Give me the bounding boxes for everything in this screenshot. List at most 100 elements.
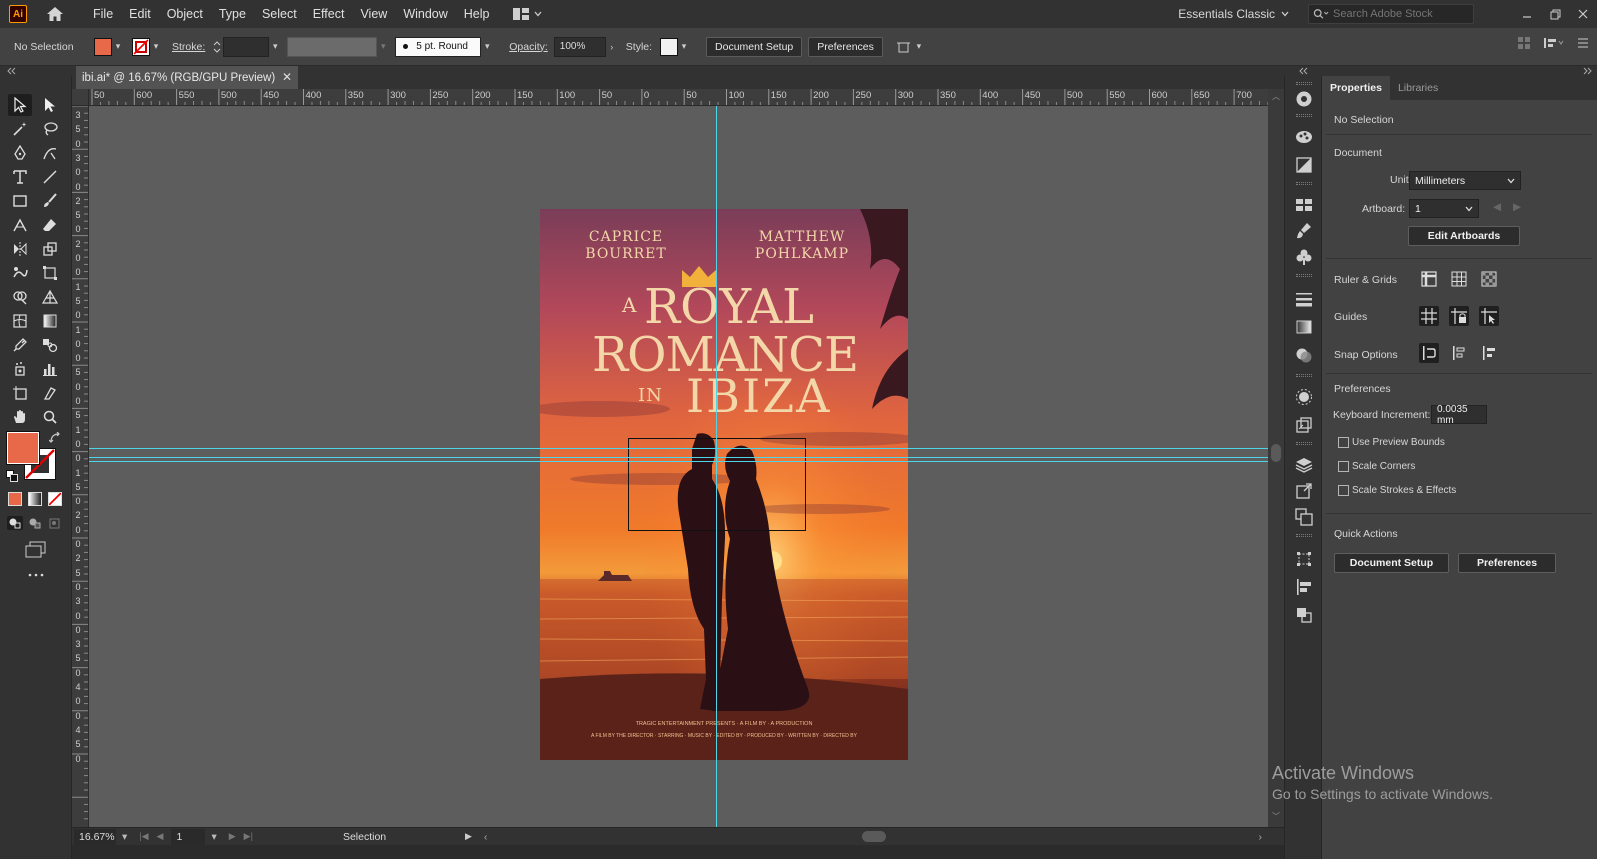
stroke-weight-field[interactable] (223, 36, 270, 57)
stroke-panel-button[interactable] (1295, 290, 1313, 308)
transparency-panel-button[interactable] (1295, 346, 1313, 364)
panel-grip[interactable] (1296, 442, 1312, 445)
swatches-button[interactable] (1295, 196, 1313, 214)
zoom-tool[interactable] (38, 406, 62, 428)
artboard-dropdown[interactable]: ▾ (211, 831, 216, 843)
menu-help[interactable]: Help (456, 0, 498, 28)
eraser-tool[interactable] (38, 214, 62, 236)
panel-grip[interactable] (1296, 274, 1312, 277)
first-artboard-icon[interactable]: |◀ (139, 831, 148, 842)
free-transform-tool[interactable] (38, 262, 62, 284)
variable-width-profile[interactable] (287, 36, 378, 57)
magic-wand-tool[interactable] (8, 118, 32, 140)
reflect-tool[interactable] (8, 238, 32, 260)
selection-bounding-box[interactable] (628, 438, 806, 531)
gradient-tool[interactable] (38, 310, 62, 332)
pen-tool[interactable] (8, 142, 32, 164)
quick-preferences-button[interactable]: Preferences (1458, 553, 1556, 573)
symbols-button[interactable] (1295, 248, 1313, 266)
profile-dropdown[interactable]: ▾ (377, 38, 389, 56)
ruler-origin[interactable] (72, 89, 89, 106)
adobe-stock-search[interactable] (1308, 4, 1474, 24)
close-document-icon[interactable]: ✕ (282, 70, 292, 84)
horizontal-guide[interactable] (89, 448, 1268, 449)
menu-file[interactable]: File (85, 0, 121, 28)
style-dropdown[interactable]: ▾ (678, 38, 690, 56)
opacity-arrow[interactable]: › (606, 38, 618, 56)
menu-type[interactable]: Type (211, 0, 254, 28)
paintbrush-tool[interactable] (38, 190, 62, 212)
scale-tool[interactable] (38, 238, 62, 260)
transform-panel-button[interactable] (1295, 550, 1313, 568)
panel-grip[interactable] (1296, 182, 1312, 185)
brush-dropdown[interactable]: ▾ (481, 38, 493, 56)
transform-dropdown[interactable]: ▾ (913, 38, 925, 56)
stroke-dropdown[interactable]: ▾ (150, 38, 162, 56)
perspective-grid-tool[interactable] (38, 286, 62, 308)
menu-window[interactable]: Window (395, 0, 455, 28)
document-setup-button[interactable]: Document Setup (706, 36, 803, 57)
eyedropper-tool[interactable] (8, 334, 32, 356)
arrange-documents-button[interactable] (512, 7, 542, 21)
scroll-left-icon[interactable]: ‹ (484, 831, 488, 843)
opacity-field[interactable]: 100% (553, 36, 606, 57)
use-preview-bounds-checkbox[interactable] (1338, 437, 1349, 448)
none-mode-button[interactable] (48, 492, 62, 506)
opacity-label[interactable]: Opacity: (509, 41, 548, 53)
horizontal-guide[interactable] (89, 457, 1268, 458)
artboards-panel-button[interactable] (1295, 508, 1313, 526)
brush-definition[interactable]: 5 pt. Round (395, 36, 482, 57)
swap-fill-stroke-button[interactable] (48, 431, 63, 444)
transform-options-button[interactable] (895, 38, 913, 56)
scroll-down-icon[interactable]: ﹀ (1272, 811, 1280, 822)
horizontal-ruler[interactable]: 50 600 550 500 450 400 350 300 250 200 150 100 50 0 50… (89, 89, 1268, 106)
blend-tool[interactable] (38, 334, 62, 356)
toolbar-collapse-bar[interactable] (0, 66, 72, 76)
fill-dropdown[interactable]: ▾ (112, 38, 124, 56)
vertical-ruler[interactable]: 3503002502001501005005100150200250300350… (72, 106, 89, 827)
snap-to-glyph-button[interactable] (1479, 343, 1499, 363)
menu-view[interactable]: View (352, 0, 395, 28)
draw-normal-button[interactable] (7, 516, 23, 530)
curvature-tool[interactable] (38, 142, 62, 164)
export-panel-button[interactable] (1295, 482, 1313, 500)
show-grid-button[interactable] (1449, 269, 1469, 289)
stroke-weight-dropdown[interactable]: ▾ (269, 38, 281, 56)
horizontal-guide[interactable] (89, 461, 1268, 462)
scale-strokes-checkbox[interactable] (1338, 485, 1349, 496)
panel-grip[interactable] (1296, 114, 1312, 117)
direct-selection-tool[interactable] (38, 94, 62, 116)
panel-grip[interactable] (1296, 82, 1312, 85)
keyboard-increment-field[interactable]: 0.0035 mm (1431, 404, 1487, 426)
layers-panel-button[interactable] (1295, 456, 1313, 474)
canvas[interactable]: TRAGIC ENTERTAINMENT PRESENTS · A FILM B… (89, 106, 1268, 827)
color-mode-button[interactable] (8, 492, 22, 506)
preferences-button[interactable]: Preferences (808, 36, 883, 57)
gradient-mode-button[interactable] (28, 492, 42, 506)
snap-to-point-button[interactable] (1419, 343, 1439, 363)
scroll-right-icon[interactable]: › (1259, 831, 1263, 843)
tab-properties[interactable]: Properties (1322, 76, 1390, 100)
workspace-switcher[interactable]: Essentials Classic (1178, 0, 1289, 28)
artboard-tool[interactable] (8, 382, 32, 404)
draw-inside-button[interactable] (47, 516, 63, 530)
menu-effect[interactable]: Effect (305, 0, 353, 28)
vertical-scroll-thumb[interactable] (1271, 444, 1281, 462)
snap-to-pixel-button[interactable] (1449, 343, 1469, 363)
edit-artboards-button[interactable]: Edit Artboards (1408, 226, 1520, 246)
color-panel-button[interactable] (1295, 90, 1313, 108)
arrange-icon[interactable] (1517, 36, 1531, 50)
horizontal-scroll-thumb[interactable] (862, 831, 886, 842)
next-artboard-icon[interactable]: ▶ (1513, 201, 1521, 213)
zoom-dropdown[interactable]: ▾ (122, 831, 127, 843)
document-tab[interactable]: ibi.ai* @ 16.67% (RGB/GPU Preview) ✕ (76, 66, 298, 89)
previous-artboard-icon[interactable]: ◀ (157, 831, 164, 842)
menu-edit[interactable]: Edit (121, 0, 159, 28)
type-tool[interactable] (8, 166, 32, 188)
graphic-style-swatch[interactable] (660, 37, 679, 56)
previous-artboard-icon[interactable]: ◀ (1493, 201, 1501, 213)
column-graph-tool[interactable] (38, 358, 62, 380)
menu-select[interactable]: Select (254, 0, 305, 28)
vertical-guide[interactable] (716, 106, 717, 827)
transparency-grid-button[interactable] (1479, 269, 1499, 289)
